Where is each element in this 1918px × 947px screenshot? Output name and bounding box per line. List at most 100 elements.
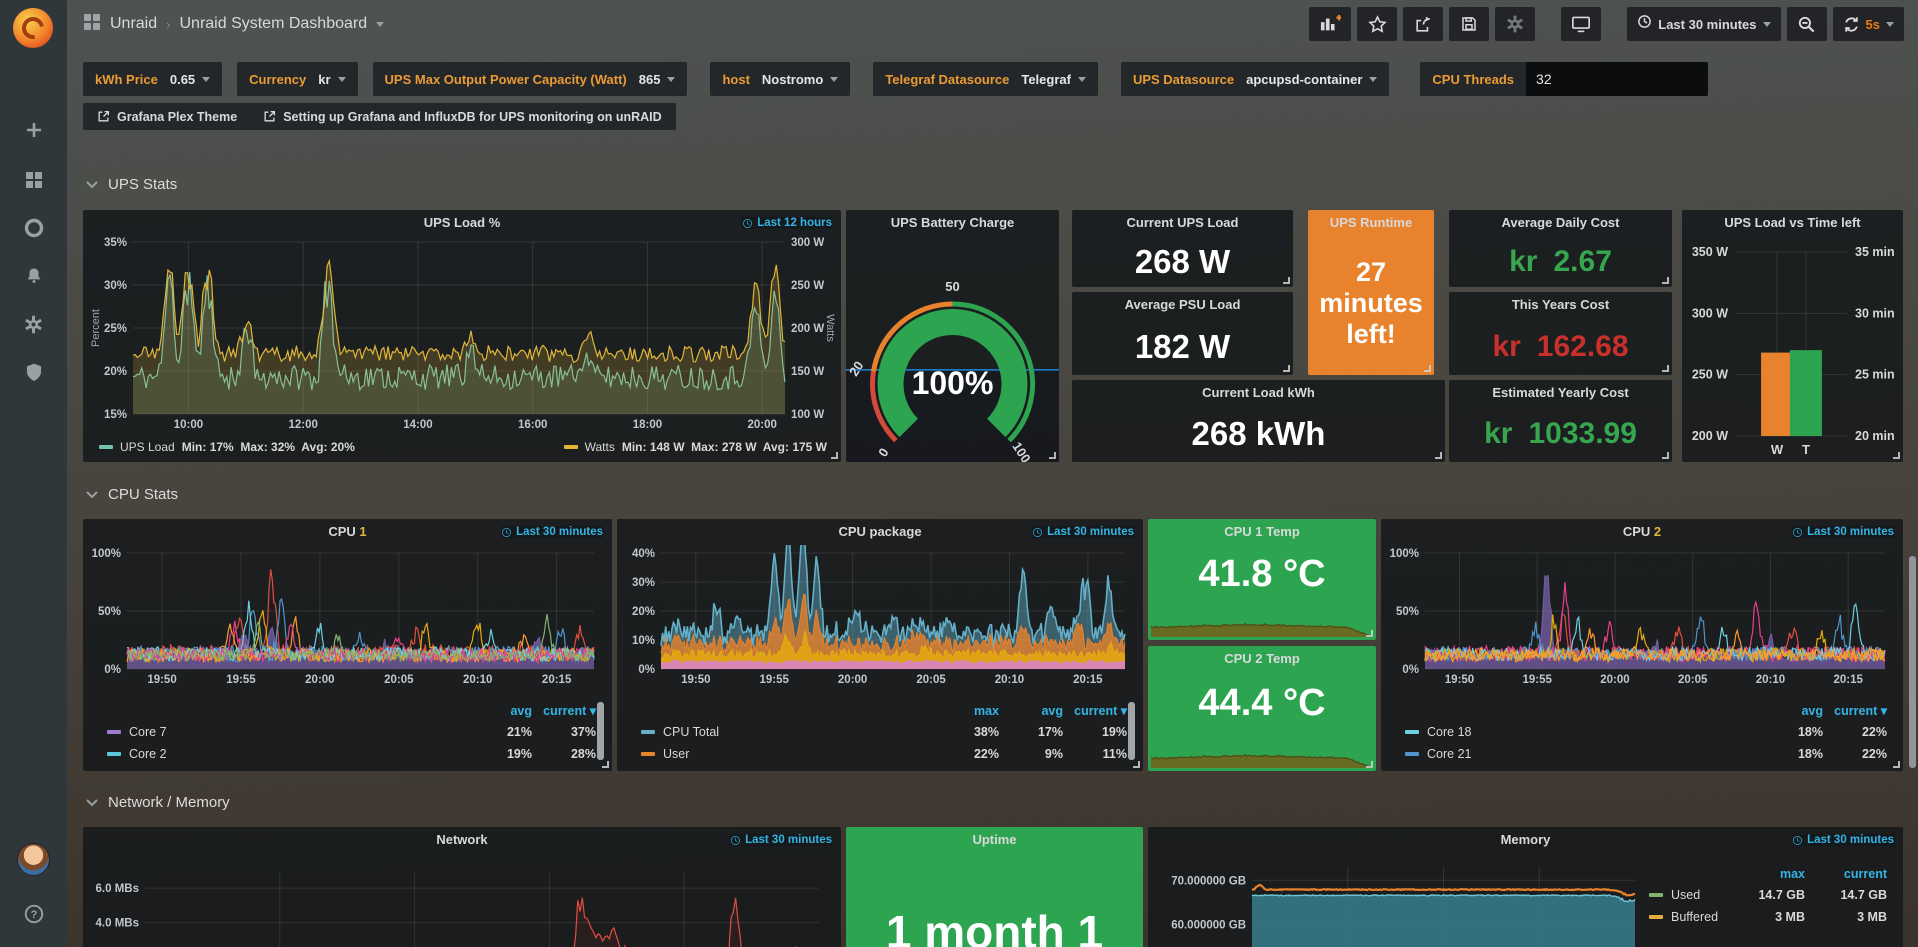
memory-chart[interactable]: 50.000000 GB60.000000 GB70.000000 GB (1152, 853, 1645, 947)
chevron-down-icon[interactable] (376, 22, 384, 27)
legend-column-current[interactable]: current ▾ (1823, 703, 1887, 718)
resize-handle[interactable] (1283, 277, 1290, 284)
legend-scrollbar[interactable] (1128, 702, 1135, 760)
legend-column-max[interactable]: max (935, 704, 999, 718)
resize-handle[interactable] (602, 761, 609, 768)
legend-row[interactable]: CPU Total38%17%19% (641, 721, 1127, 743)
panel-time-range[interactable]: Last 30 minutes (1792, 526, 1894, 538)
breadcrumb-folder[interactable]: Unraid (110, 15, 157, 33)
resize-handle[interactable] (1662, 365, 1669, 372)
cpu-threads-input[interactable] (1526, 62, 1708, 96)
legend-row[interactable]: Core 2118%22% (1405, 743, 1887, 765)
panel-title[interactable]: This Years Cost (1449, 292, 1672, 318)
panel-title[interactable]: Average Daily Cost (1449, 210, 1672, 236)
svg-text:350 W: 350 W (1692, 245, 1728, 259)
resize-handle[interactable] (1435, 452, 1442, 459)
tv-mode-button[interactable] (1561, 7, 1601, 41)
legend-column-avg[interactable]: avg (999, 704, 1063, 718)
network-chart[interactable]: 2.0 MBs4.0 MBs6.0 MBs (87, 853, 835, 947)
panel-time-range[interactable]: Last 30 minutes (501, 526, 603, 538)
legend-entry[interactable]: WattsMin: 148 W Max: 278 W Avg: 175 W (564, 440, 827, 454)
add-panel-button[interactable] (1309, 7, 1351, 41)
configuration-gear-icon[interactable] (0, 304, 67, 344)
panel-title[interactable]: UPS Battery Charge (846, 210, 1059, 236)
help-question-icon[interactable]: ? (0, 894, 67, 934)
grafana-logo[interactable] (13, 8, 53, 48)
legend-column-avg[interactable]: avg (1759, 704, 1823, 718)
legend-row[interactable]: User22%9%11% (641, 743, 1127, 765)
resize-handle[interactable] (1366, 761, 1373, 768)
time-range-picker[interactable]: Last 30 minutes (1627, 7, 1780, 41)
alerting-bell-icon[interactable] (0, 256, 67, 296)
panel-title[interactable]: UPS Load vs Time left (1682, 210, 1903, 236)
var-value-dropdown[interactable]: apcupsd-container (1246, 72, 1377, 87)
explore-ring-icon[interactable] (0, 208, 67, 248)
star-button[interactable] (1357, 7, 1397, 41)
zoom-out-button[interactable] (1787, 7, 1827, 41)
ups-bar-chart[interactable]: 200 W20 min250 W25 min300 W30 min350 W35… (1682, 236, 1903, 462)
breadcrumb[interactable]: Unraid › Unraid System Dashboard (83, 0, 384, 48)
var-value-dropdown[interactable]: kr (318, 72, 345, 87)
resize-handle[interactable] (1893, 761, 1900, 768)
resize-handle[interactable] (1366, 630, 1373, 637)
var-value-dropdown[interactable]: 0.65 (170, 72, 210, 87)
var-value-dropdown[interactable]: 865 (639, 72, 676, 87)
panel-title[interactable]: Current Load kWh (1072, 380, 1445, 406)
legend-row[interactable]: Core 721%37% (107, 721, 596, 743)
legend-entry[interactable]: UPS LoadMin: 17% Max: 32% Avg: 20% (99, 440, 355, 454)
resize-handle[interactable] (1662, 277, 1669, 284)
resize-handle[interactable] (1424, 365, 1431, 372)
panel-title[interactable]: Estimated Yearly Cost (1449, 380, 1672, 406)
panel-title[interactable]: Network (83, 827, 841, 853)
legend-column-current[interactable]: current (1805, 867, 1887, 881)
page-scrollbar[interactable] (1909, 556, 1916, 768)
cpu-package-chart[interactable]: 0%10%20%30%40%19:5019:5520:0020:0520:102… (621, 545, 1137, 689)
section-cpu-stats[interactable]: CPU Stats (86, 486, 178, 503)
dashboards-grid-icon[interactable] (0, 160, 67, 200)
cpu2-chart[interactable]: 0%50%100%19:5019:5520:0020:0520:1020:15 (1385, 545, 1897, 689)
share-button[interactable] (1403, 7, 1443, 41)
page-title[interactable]: Unraid System Dashboard (179, 15, 367, 33)
resize-handle[interactable] (1133, 761, 1140, 768)
panel-time-range[interactable]: Last 30 minutes (730, 834, 832, 846)
panel-title[interactable]: Current UPS Load (1072, 210, 1293, 236)
resize-handle[interactable] (831, 452, 838, 459)
panel-title[interactable]: UPS Runtime (1308, 210, 1434, 236)
panel-time-range[interactable]: Last 30 minutes (1032, 526, 1134, 538)
legend-scrollbar[interactable] (597, 702, 604, 760)
create-plus-icon[interactable] (0, 110, 67, 150)
save-button[interactable] (1449, 7, 1489, 41)
refresh-button[interactable]: 5s (1833, 7, 1904, 41)
panel-title[interactable]: Memory (1148, 827, 1903, 853)
link-ups-monitoring-guide[interactable]: Setting up Grafana and InfluxDB for UPS … (263, 110, 661, 124)
var-value-dropdown[interactable]: Telegraf (1021, 72, 1086, 87)
legend-column-avg[interactable]: avg (468, 704, 532, 718)
legend-row[interactable]: Buffered3 MB3 MB (1649, 906, 1887, 928)
link-grafana-plex-theme[interactable]: Grafana Plex Theme (97, 110, 237, 124)
legend-row[interactable]: Core 219%28% (107, 743, 596, 765)
cpu1-chart[interactable]: 0%50%100%19:5019:5520:0020:0520:1020:15 (87, 545, 606, 689)
legend-column-current[interactable]: current ▾ (1063, 703, 1127, 718)
dashboard-settings-button[interactable] (1495, 7, 1535, 41)
legend-column-current[interactable]: current ▾ (532, 703, 596, 718)
resize-handle[interactable] (1662, 452, 1669, 459)
server-admin-shield-icon[interactable] (0, 352, 67, 392)
legend-row[interactable]: Used14.7 GB14.7 GB (1649, 884, 1887, 906)
legend-column-max[interactable]: max (1723, 867, 1805, 881)
resize-handle[interactable] (1283, 365, 1290, 372)
panel-title[interactable]: UPS Load % (83, 210, 841, 236)
user-avatar[interactable] (17, 843, 50, 876)
section-ups-stats[interactable]: UPS Stats (86, 176, 177, 193)
battery-gauge[interactable]: 02050100100% (846, 236, 1059, 462)
stat-value: 27 minutes left! (1308, 240, 1434, 367)
var-value-dropdown[interactable]: Nostromo (762, 72, 838, 87)
panel-time-range[interactable]: Last 30 minutes (1792, 834, 1894, 846)
panel-time-range[interactable]: Last 12 hours (742, 217, 832, 229)
section-network-memory[interactable]: Network / Memory (86, 794, 230, 811)
ups-load-chart[interactable]: 15%100 W20%150 W25%200 W30%250 W35%300 W… (89, 236, 835, 434)
resize-handle[interactable] (1893, 452, 1900, 459)
panel-title[interactable]: Average PSU Load (1072, 292, 1293, 318)
panel-title[interactable]: Uptime (846, 827, 1143, 853)
resize-handle[interactable] (1049, 452, 1056, 459)
legend-row[interactable]: Core 1818%22% (1405, 721, 1887, 743)
